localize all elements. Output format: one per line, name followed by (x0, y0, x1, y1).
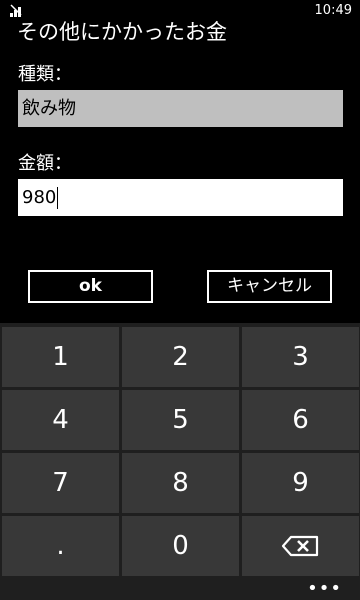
key-6[interactable]: 6 (242, 390, 359, 450)
numeric-keypad: 1 2 3 4 5 6 7 8 9 . 0 ••• (0, 323, 360, 600)
amount-field[interactable]: 980 (18, 179, 343, 216)
backspace-icon (281, 535, 319, 557)
kind-field[interactable]: 飲み物 (18, 90, 343, 127)
key-8[interactable]: 8 (122, 453, 239, 513)
key-7[interactable]: 7 (2, 453, 119, 513)
key-3[interactable]: 3 (242, 327, 359, 387)
amount-label: 金額： (18, 153, 72, 174)
amount-value: 980 (22, 187, 57, 208)
key-4[interactable]: 4 (2, 390, 119, 450)
more-options-button[interactable]: ••• (307, 580, 342, 598)
backspace-key[interactable] (242, 516, 359, 576)
cancel-button[interactable]: キャンセル (207, 270, 332, 303)
key-5[interactable]: 5 (122, 390, 239, 450)
key-0[interactable]: 0 (122, 516, 239, 576)
ok-button[interactable]: ok (28, 270, 153, 303)
signal-icon (10, 4, 22, 17)
key-9[interactable]: 9 (242, 453, 359, 513)
key-decimal[interactable]: . (2, 516, 119, 576)
kind-label: 種類： (18, 64, 72, 85)
key-1[interactable]: 1 (2, 327, 119, 387)
kind-value: 飲み物 (22, 98, 76, 119)
status-time: 10:49 (314, 3, 352, 18)
page-title: その他にかかったお金 (17, 20, 227, 44)
text-caret (57, 187, 59, 209)
key-2[interactable]: 2 (122, 327, 239, 387)
